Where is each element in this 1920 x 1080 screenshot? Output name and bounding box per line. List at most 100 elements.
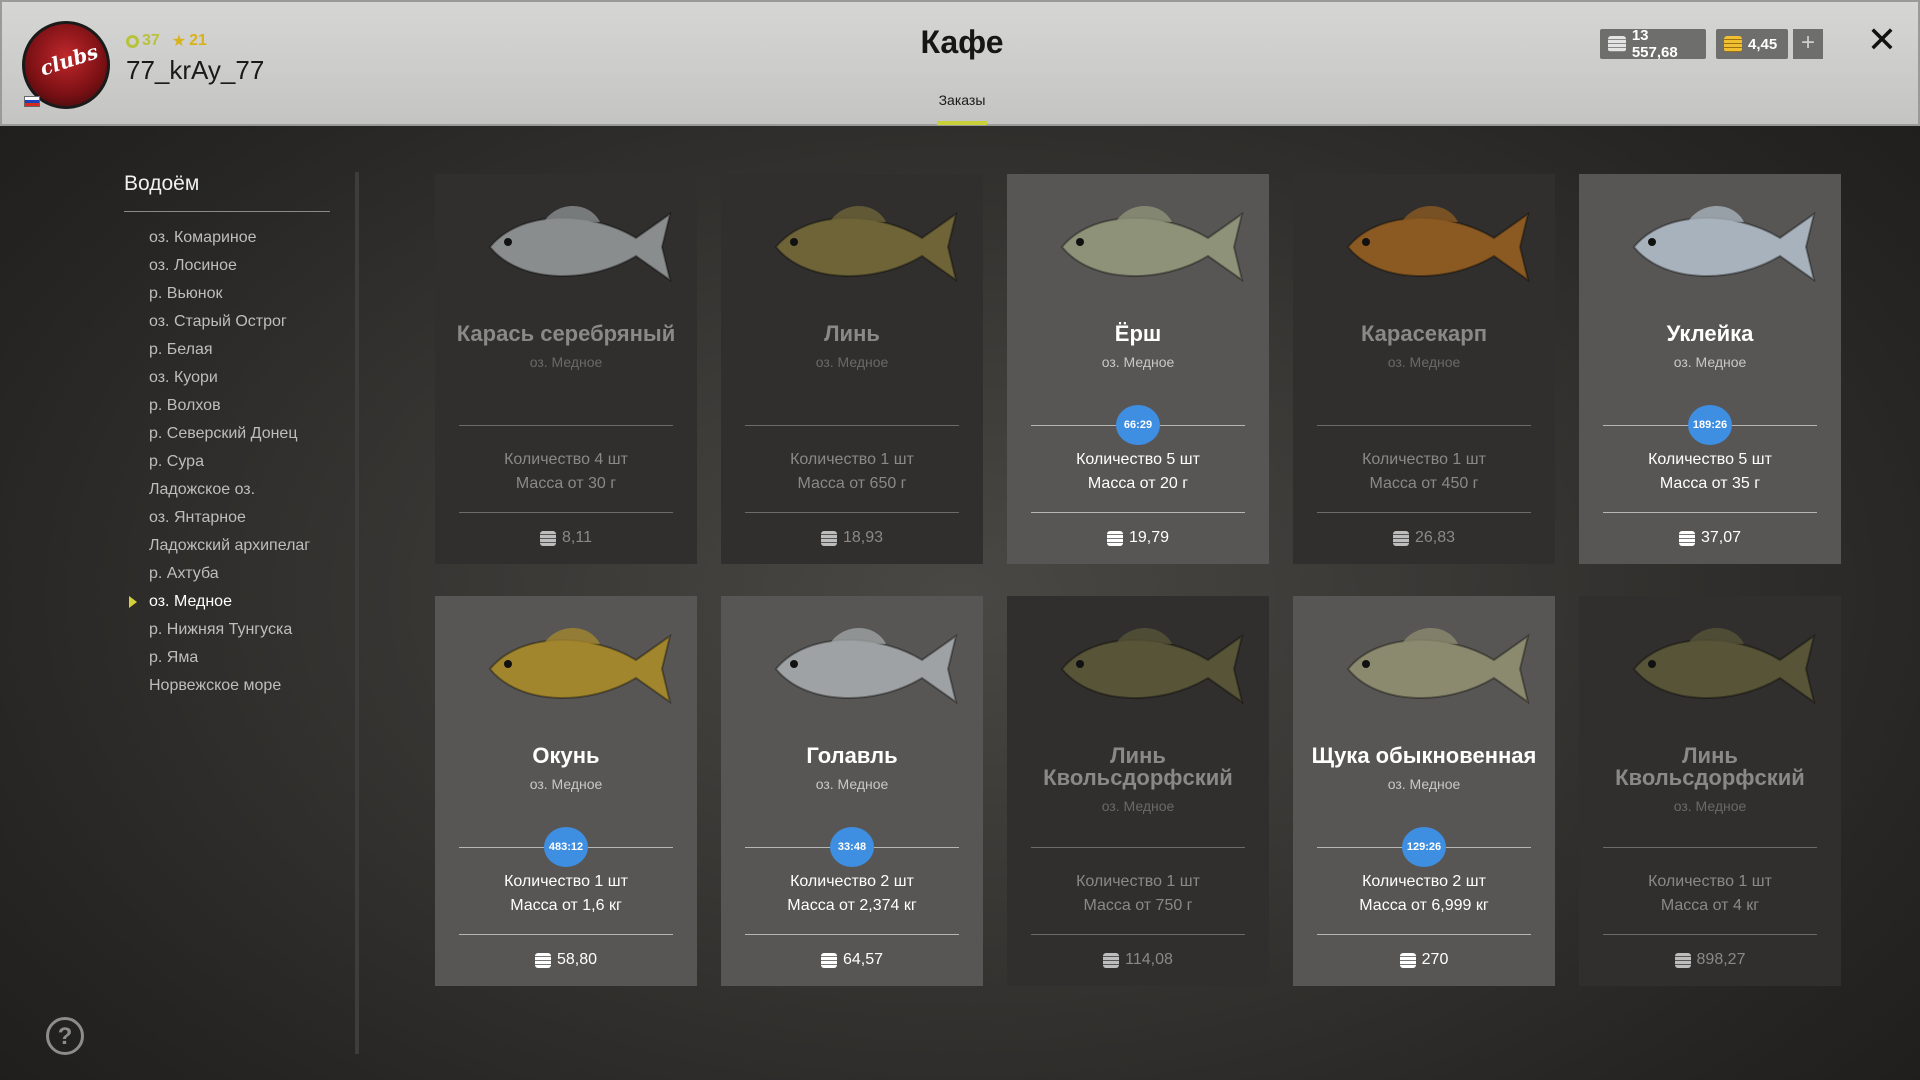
card-divider xyxy=(1603,847,1817,848)
fish-image xyxy=(450,192,682,302)
card-divider xyxy=(745,934,959,935)
sidebar-item-label: Норвежское море xyxy=(149,677,282,694)
silver-coin-icon xyxy=(1608,36,1626,52)
order-card[interactable]: Щука обыкновенная оз. Медное 129:26 Количес… xyxy=(1293,596,1555,986)
order-card[interactable]: Уклейка оз. Медное 189:26 Количество 5 шт Ма… xyxy=(1579,174,1841,564)
silver-coin-icon xyxy=(1392,530,1409,546)
order-quantity: Количество 2 шт xyxy=(1362,873,1486,890)
order-quantity: Количество 1 шт xyxy=(1076,873,1200,890)
silver-coin-icon xyxy=(820,952,837,968)
sidebar-item-waterbody[interactable]: Ладожский архипелаг xyxy=(124,532,310,560)
sidebar-item-waterbody[interactable]: р. Ахтуба xyxy=(124,560,310,588)
card-divider xyxy=(745,425,959,426)
reward-value: 270 xyxy=(1421,951,1449,968)
fish-name: Уклейка xyxy=(1666,321,1754,346)
sidebar-item-label: оз. Медное xyxy=(149,593,232,610)
waterbody-list: оз. Комариное оз. Лосиное р. Вьюнок оз. Ста… xyxy=(124,224,310,700)
silver-coin-icon xyxy=(1106,530,1123,546)
fish-image xyxy=(736,192,968,302)
order-mass: Масса от 6,999 кг xyxy=(1359,897,1489,914)
card-divider xyxy=(1603,934,1817,935)
order-card[interactable]: Карась серебряный оз. Медное Количество 4 … xyxy=(435,174,697,564)
sidebar-item-waterbody[interactable]: Норвежское море xyxy=(124,672,310,700)
sidebar-item-waterbody[interactable]: р. Сура xyxy=(124,448,310,476)
reward-value: 26,83 xyxy=(1414,529,1456,546)
fish-image xyxy=(1308,192,1540,302)
fish-image xyxy=(1022,614,1254,724)
russia-flag-icon xyxy=(24,96,40,107)
order-card[interactable]: Линь оз. Медное Количество 1 шт Масса от 65… xyxy=(721,174,983,564)
order-quantity: Количество 5 шт xyxy=(1076,451,1200,468)
order-reward: 270 xyxy=(1293,951,1555,969)
order-mass: Масса от 35 г xyxy=(1659,475,1761,492)
reward-value: 58,80 xyxy=(556,951,598,968)
fish-image xyxy=(1308,614,1540,724)
sidebar-item-waterbody[interactable]: оз. Медное xyxy=(124,588,310,616)
order-card[interactable]: Голавль оз. Медное 33:48 Количество 2 шт Мас… xyxy=(721,596,983,986)
card-divider xyxy=(1031,847,1245,848)
order-quantity: Количество 5 шт xyxy=(1648,451,1772,468)
sidebar-item-waterbody[interactable]: р. Вьюнок xyxy=(124,280,310,308)
order-card[interactable]: Карасекарп оз. Медное Количество 1 шт Масса… xyxy=(1293,174,1555,564)
tab-orders[interactable]: Заказы xyxy=(922,92,1002,108)
order-reward: 64,57 xyxy=(721,951,983,969)
order-reward: 19,79 xyxy=(1007,529,1269,547)
order-card[interactable]: Окунь оз. Медное 483:12 Количество 1 шт Масс… xyxy=(435,596,697,986)
order-mass: Масса от 650 г xyxy=(797,475,907,492)
fish-location: оз. Медное xyxy=(1673,354,1747,370)
card-divider xyxy=(1603,512,1817,513)
sidebar-item-waterbody[interactable]: оз. Куори xyxy=(124,364,310,392)
silver-balance: 13 557,68 xyxy=(1600,27,1706,61)
sidebar-item-waterbody[interactable]: оз. Лосиное xyxy=(124,252,310,280)
fish-location: оз. Медное xyxy=(815,354,889,370)
sidebar-item-label: р. Северский Донец xyxy=(149,425,298,442)
order-card[interactable]: Линь Квольсдорфский оз. Медное Количество … xyxy=(1007,596,1269,986)
order-quantity: Количество 1 шт xyxy=(1362,451,1486,468)
order-card[interactable]: Ёрш оз. Медное 66:29 Количество 5 шт Масса о… xyxy=(1007,174,1269,564)
tab-active-indicator xyxy=(937,121,987,125)
fish-location: оз. Медное xyxy=(1673,798,1747,814)
sidebar-item-waterbody[interactable]: р. Волхов xyxy=(124,392,310,420)
order-card[interactable]: Линь Квольсдорфский оз. Медное Количество … xyxy=(1579,596,1841,986)
fish-location: оз. Медное xyxy=(1387,354,1461,370)
silver-value: 13 557,68 xyxy=(1631,27,1678,61)
fish-name: Карасекарп xyxy=(1360,321,1488,346)
add-currency-button[interactable]: + xyxy=(1793,29,1823,59)
close-button[interactable]: ✕ xyxy=(1864,22,1900,58)
top-bar: clubs 37 ★ 21 77_krAy_77 Кафе Заказы 13 … xyxy=(0,0,1920,126)
card-divider xyxy=(1317,425,1531,426)
order-reward: 18,93 xyxy=(721,529,983,547)
card-divider xyxy=(459,425,673,426)
sidebar-item-waterbody[interactable]: Ладожское оз. xyxy=(124,476,310,504)
sidebar-scrollbar[interactable] xyxy=(355,172,359,1054)
fish-image xyxy=(450,614,682,724)
card-divider xyxy=(745,512,959,513)
help-icon[interactable]: ? xyxy=(46,1017,84,1055)
order-reward: 114,08 xyxy=(1007,951,1269,969)
reward-value: 37,07 xyxy=(1700,529,1742,546)
card-divider xyxy=(1317,934,1531,935)
sidebar-item-waterbody[interactable]: р. Белая xyxy=(124,336,310,364)
sidebar-item-waterbody[interactable]: оз. Старый Острог xyxy=(124,308,310,336)
fish-name: Линь Квольсдорфский xyxy=(1043,743,1233,790)
sidebar-item-label: оз. Лосиное xyxy=(149,257,237,274)
sidebar-item-waterbody[interactable]: р. Яма xyxy=(124,644,310,672)
fish-location: оз. Медное xyxy=(1387,776,1461,792)
sidebar-item-label: оз. Куори xyxy=(149,369,218,386)
sidebar-item-label: р. Белая xyxy=(149,341,213,358)
sidebar-item-waterbody[interactable]: р. Северский Донец xyxy=(124,420,310,448)
sidebar-item-waterbody[interactable]: р. Нижняя Тунгуска xyxy=(124,616,310,644)
fish-image xyxy=(1022,192,1254,302)
silver-coin-icon xyxy=(1678,530,1695,546)
fish-name: Ёрш xyxy=(1114,321,1162,346)
sidebar-item-waterbody[interactable]: оз. Янтарное xyxy=(124,504,310,532)
reward-value: 64,57 xyxy=(842,951,884,968)
silver-coin-icon xyxy=(1674,952,1691,968)
sidebar-item-label: Ладожский архипелаг xyxy=(149,537,311,554)
fish-image xyxy=(1594,192,1826,302)
sidebar-item-waterbody[interactable]: оз. Комариное xyxy=(124,224,310,252)
reward-value: 18,93 xyxy=(842,529,884,546)
card-divider xyxy=(459,512,673,513)
order-quantity: Количество 1 шт xyxy=(790,451,914,468)
silver-coin-icon xyxy=(534,952,551,968)
